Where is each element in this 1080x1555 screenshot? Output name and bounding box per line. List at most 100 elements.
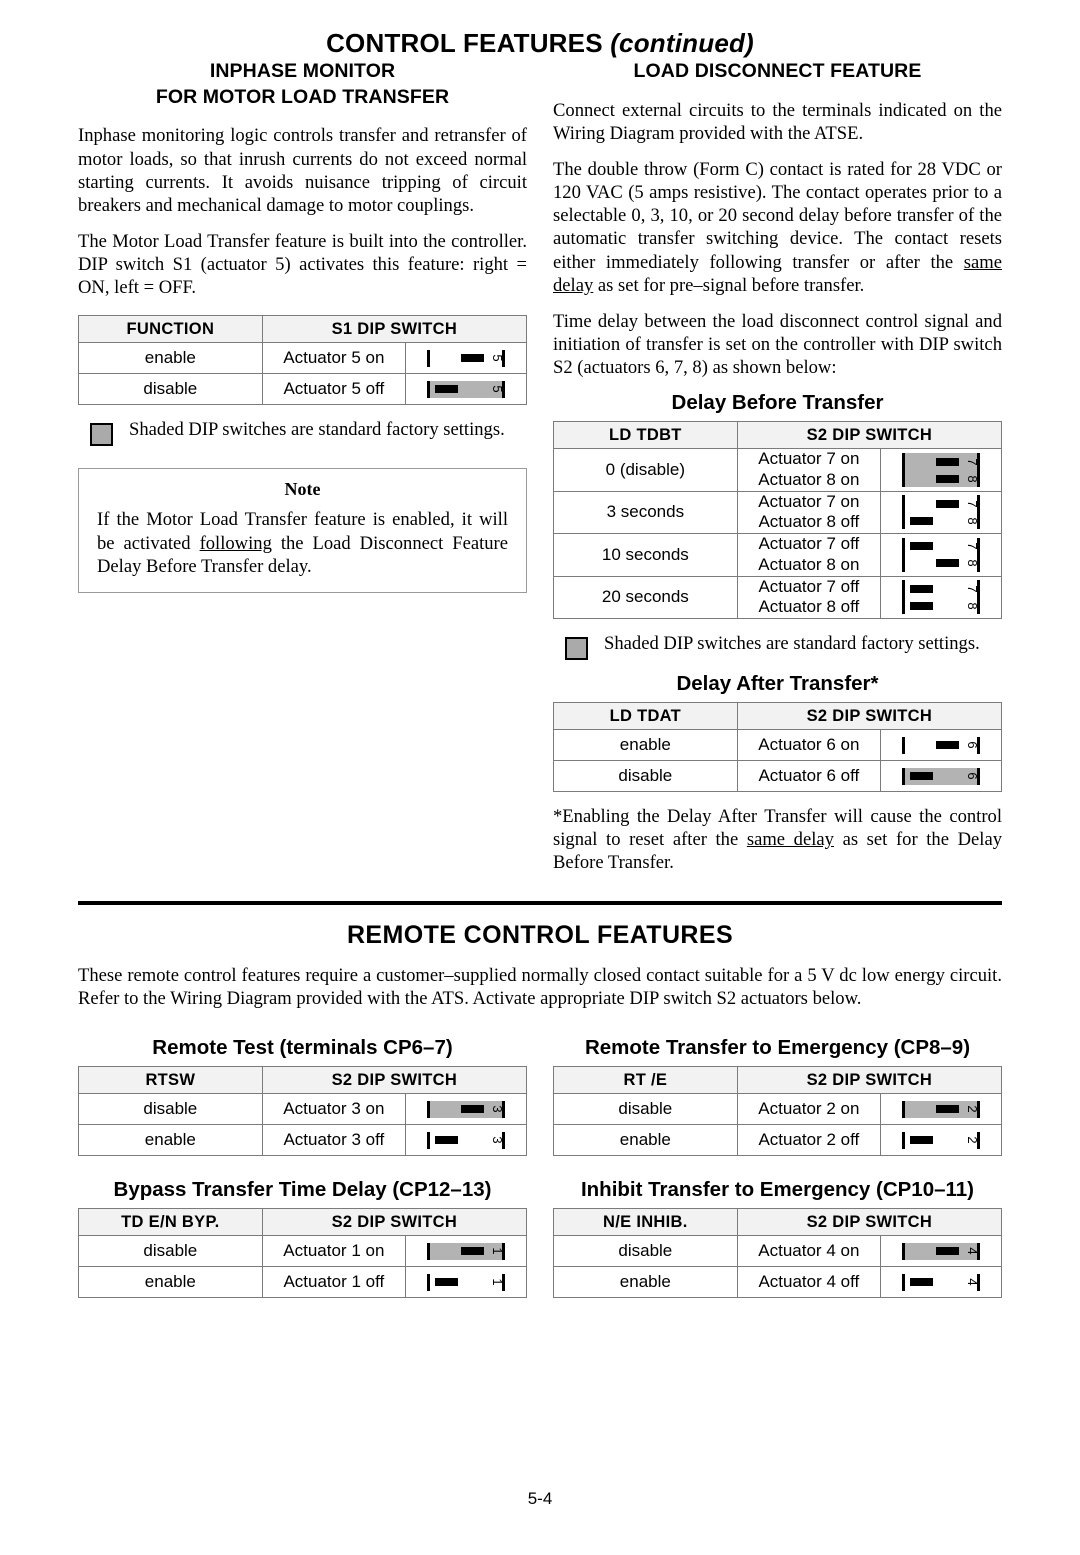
inphase-monitor-heading-line1: INPHASE MONITOR [209, 60, 396, 82]
dip-switch-actuator-off-icon [910, 516, 934, 525]
cell-actuator: Actuator 7 off Actuator 8 off [736, 575, 882, 620]
page-title-suffix: (continued) [610, 28, 754, 58]
cell-actuator: Actuator 7 off Actuator 8 on [736, 533, 882, 577]
column-header-dip-switch: S2 DIP SWITCH [736, 1208, 1003, 1237]
dip-switch-row: 8 [902, 470, 980, 487]
dip-switch-number: 3 [489, 1105, 505, 1114]
column-header-dip-switch: S2 DIP SWITCH [736, 421, 1003, 450]
actuator-line: Actuator 2 on [758, 1099, 860, 1119]
delay-after-transfer-table: LD TDAT S2 DIP SWITCH enable Actuator 6 on 6… [553, 702, 1003, 793]
dip-switch-number: 8 [964, 602, 980, 610]
dip-switch-number: 7 [964, 542, 980, 551]
actuator-line: Actuator 4 on [758, 1241, 860, 1261]
column-header-function: RT /E [553, 1066, 738, 1095]
table-row: disable Actuator 5 off 5 [78, 373, 527, 406]
actuator-line: Actuator 4 off [758, 1272, 860, 1292]
remote-test-table: RTSW S2 DIP SWITCH disable Actuator 3 on 3 en… [78, 1066, 528, 1157]
cell-dip-switch: 2 [880, 1093, 1002, 1126]
column-header-function: TD E/N BYP. [78, 1208, 263, 1237]
dip-switch-row: 2 [902, 1101, 980, 1118]
dip-switch-graphic-shaded: 2 [902, 1100, 981, 1118]
table-row: enable Actuator 3 off 3 [78, 1124, 527, 1157]
inphase-paragraph-1: Inphase monitoring logic controls transf… [78, 125, 527, 216]
table-row: disable Actuator 2 on 2 [553, 1093, 1002, 1126]
dip-switch-actuator-off-icon [910, 584, 934, 593]
bypass-transfer-delay-table: TD E/N BYP. S2 DIP SWITCH disable Actuator … [78, 1208, 528, 1299]
cell-function: enable [553, 1266, 738, 1299]
dip-switch-actuator-on-icon [936, 499, 960, 508]
shaded-swatch-icon [565, 637, 588, 661]
remote-table-title-1: Remote Transfer to Emergency (CP8–9) [584, 1036, 971, 1060]
dip-switch-number: 7 [964, 457, 980, 466]
dip-switch-number: 6 [964, 741, 980, 749]
cell-actuator: Actuator 2 off [736, 1124, 882, 1157]
dip-switch-graphic-shaded: 78 [902, 453, 981, 488]
load-disconnect-paragraph-1: Connect external circuits to the termina… [553, 99, 1002, 144]
cell-function: disable [78, 373, 263, 406]
actuator-line: Actuator 7 off [758, 576, 860, 596]
dip-switch-number: 5 [489, 354, 505, 363]
ld-p2-after: as set for pre–signal before transfer. [593, 274, 865, 296]
table-row: disable Actuator 1 on 1 [78, 1235, 527, 1268]
cell-actuator: Actuator 1 off [261, 1266, 407, 1299]
delay-after-transfer-title: Delay After Transfer* [676, 672, 879, 696]
column-header-function: LD TDAT [553, 702, 738, 731]
page-title-main: CONTROL FEATURES [326, 28, 603, 58]
dip-switch-actuator-on-icon [936, 559, 960, 568]
table-header-row: TD E/N BYP. S2 DIP SWITCH [78, 1208, 528, 1237]
note-box: Note If the Motor Load Transfer feature … [78, 468, 527, 593]
document-page: CONTROL FEATURES (continued) INPHASE MON… [0, 28, 1080, 1555]
cell-function: enable [553, 1124, 738, 1157]
dip-switch-graphic: 5 [427, 349, 506, 367]
cell-dip-switch: 5 [405, 342, 527, 375]
inphase-monitor-heading-line2: FOR MOTOR LOAD TRANSFER [155, 85, 450, 108]
cell-actuator: Actuator 7 on Actuator 8 off [736, 490, 882, 535]
dip-switch-graphic: 6 [902, 736, 981, 754]
actuator-line: Actuator 7 on [758, 449, 860, 469]
remote-table-title-0: Remote Test (terminals CP6–7) [152, 1036, 453, 1060]
cell-dip-switch: 5 [405, 373, 527, 406]
table-row: enable Actuator 5 on 5 [78, 342, 527, 375]
table-header-row: FUNCTION S1 DIP SWITCH [78, 315, 528, 344]
dip-switch-row: 1 [427, 1243, 505, 1260]
dip-switch-actuator-off-icon [435, 1136, 459, 1145]
two-column-body: INPHASE MONITOR FOR MOTOR LOAD TRANSFER … [0, 59, 1080, 875]
cell-dip-switch: 4 [880, 1235, 1002, 1268]
cell-actuator: Actuator 1 on [261, 1235, 407, 1268]
delay-before-transfer-table: LD TDBT S2 DIP SWITCH 0 (disable) Actuator … [553, 421, 1003, 620]
cell-dip-switch: 78 [880, 490, 1002, 535]
actuator-line: Actuator 8 on [758, 554, 860, 574]
dip-switch-row: 3 [427, 1101, 505, 1118]
remote-control-section: REMOTE CONTROL FEATURES These remote con… [0, 921, 1080, 1011]
dip-switch-actuator-off-icon [910, 542, 934, 551]
dip-switch-graphic-shaded: 6 [902, 767, 981, 785]
cell-dip-switch: 1 [405, 1235, 527, 1268]
dip-switch-number: 1 [489, 1247, 505, 1256]
page-title: CONTROL FEATURES (continued) [0, 28, 1080, 59]
dip-switch-number: 7 [964, 585, 980, 593]
remote-table-title-2: Bypass Transfer Time Delay (CP12–13) [113, 1178, 492, 1202]
dip-switch-graphic: 1 [427, 1273, 506, 1291]
cell-function: 10 seconds [553, 533, 738, 577]
table-row: 10 seconds Actuator 7 off Actuator 8 on 7 8 [553, 533, 1002, 577]
column-header-dip-switch: S1 DIP SWITCH [261, 315, 528, 344]
cell-actuator: Actuator 6 on [736, 729, 882, 762]
column-header-function: LD TDBT [553, 421, 738, 450]
shaded-legend-text: Shaded DIP switches are standard factory… [129, 419, 505, 441]
table-row: disable Actuator 6 off 6 [553, 760, 1002, 793]
inhibit-transfer-emergency-table: N/E INHIB. S2 DIP SWITCH disable Actuator 4… [553, 1208, 1003, 1299]
actuator-line: Actuator 7 off [758, 534, 860, 554]
cell-function: 3 seconds [553, 490, 738, 535]
column-header-dip-switch: S2 DIP SWITCH [261, 1208, 528, 1237]
column-header-function: RTSW [78, 1066, 263, 1095]
dip-switch-number: 8 [964, 474, 980, 483]
table-header-row: LD TDBT S2 DIP SWITCH [553, 421, 1003, 450]
left-column: INPHASE MONITOR FOR MOTOR LOAD TRANSFER … [78, 59, 528, 875]
dip-switch-row: 1 [427, 1274, 505, 1291]
cell-function: disable [78, 1093, 263, 1126]
column-header-function: FUNCTION [78, 315, 263, 344]
table-row: enable Actuator 4 off 4 [553, 1266, 1002, 1299]
shaded-legend-text: Shaded DIP switches are standard factory… [604, 633, 980, 655]
inphase-monitor-heading: INPHASE MONITOR FOR MOTOR LOAD TRANSFER [78, 59, 527, 110]
dip-switch-actuator-on-icon [936, 1247, 960, 1256]
